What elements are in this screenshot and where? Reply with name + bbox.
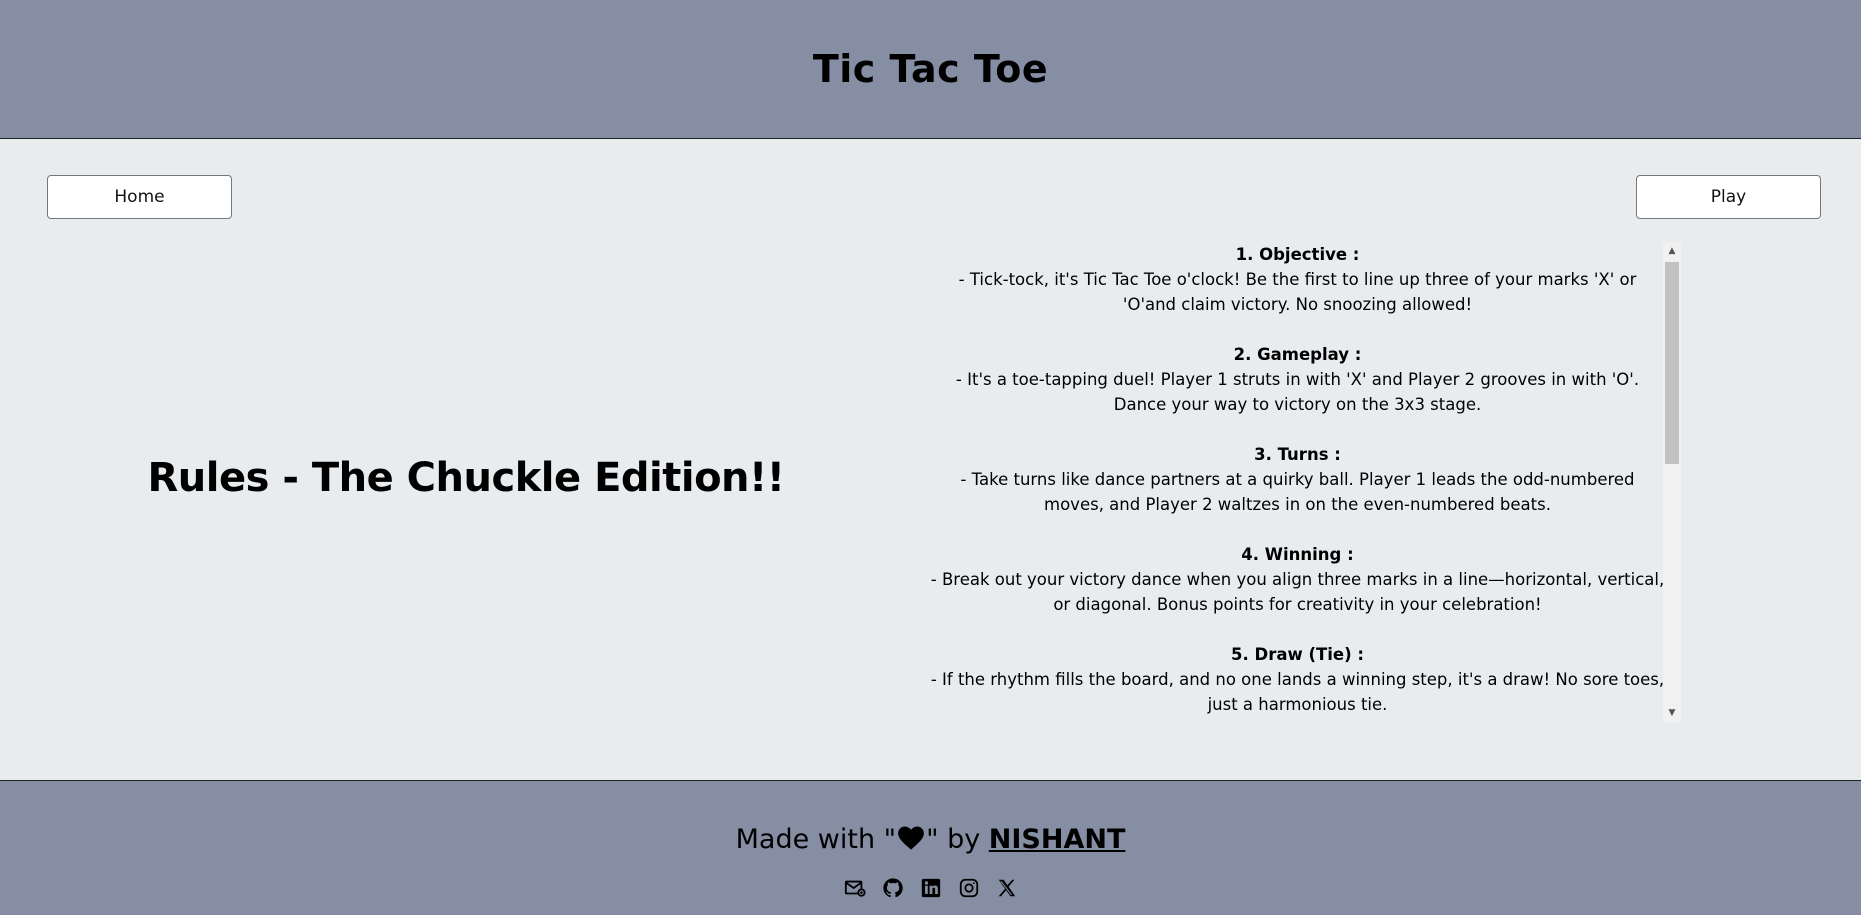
rule-item: 1. Objective : - Tick-tock, it's Tic Tac… — [930, 242, 1665, 317]
rules-scrollbar[interactable]: ▲ ▼ — [1663, 242, 1681, 722]
rule-item: 2. Gameplay : - It's a toe-tapping duel!… — [930, 342, 1665, 417]
author-link[interactable]: NISHANT — [989, 824, 1126, 855]
rule-title: 3. Turns : — [1254, 445, 1341, 464]
made-with-prefix: Made with " — [735, 824, 897, 855]
instagram-icon[interactable] — [958, 877, 980, 899]
x-icon[interactable] — [996, 877, 1018, 899]
made-with-line: Made with " " by NISHANT — [0, 823, 1861, 860]
rule-title: 2. Gameplay : — [1233, 345, 1362, 364]
site-header: Tic Tac Toe — [0, 0, 1861, 139]
site-title: Tic Tac Toe — [812, 47, 1049, 91]
rules-heading: Rules - The Chuckle Edition!! — [147, 455, 785, 501]
rule-title: 5. Draw (Tie) : — [1231, 645, 1364, 664]
rule-text: - Break out your victory dance when you … — [930, 570, 1665, 614]
rules-scroll-panel[interactable]: 1. Objective : - Tick-tock, it's Tic Tac… — [930, 242, 1681, 722]
linkedin-icon[interactable] — [920, 877, 942, 899]
rule-text: - If the rhythm fills the board, and no … — [930, 670, 1665, 714]
rules-list: 1. Objective : - Tick-tock, it's Tic Tac… — [930, 242, 1665, 717]
scroll-up-icon[interactable]: ▲ — [1663, 242, 1681, 260]
rule-text: - It's a toe-tapping duel! Player 1 stru… — [955, 370, 1640, 414]
rule-text: - Take turns like dance partners at a qu… — [960, 470, 1635, 514]
social-links — [0, 877, 1861, 899]
rule-item: 5. Draw (Tie) : - If the rhythm fills th… — [930, 642, 1665, 717]
scroll-down-icon[interactable]: ▼ — [1663, 704, 1681, 722]
rule-title: 4. Winning : — [1241, 545, 1354, 564]
rule-item: 4. Winning : - Break out your victory da… — [930, 542, 1665, 617]
home-button[interactable]: Home — [47, 175, 232, 219]
github-icon[interactable] — [882, 877, 904, 899]
email-icon[interactable] — [844, 877, 866, 899]
rule-title: 1. Objective : — [1235, 245, 1360, 264]
scrollbar-thumb[interactable] — [1665, 262, 1679, 464]
site-footer: Made with " " by NISHANT — [0, 780, 1861, 915]
play-button[interactable]: Play — [1636, 175, 1821, 219]
rule-item: 3. Turns : - Take turns like dance partn… — [930, 442, 1665, 517]
made-with-suffix: " by — [926, 824, 989, 855]
heart-icon — [896, 824, 926, 860]
rule-text: - Tick-tock, it's Tic Tac Toe o'clock! B… — [958, 270, 1637, 314]
